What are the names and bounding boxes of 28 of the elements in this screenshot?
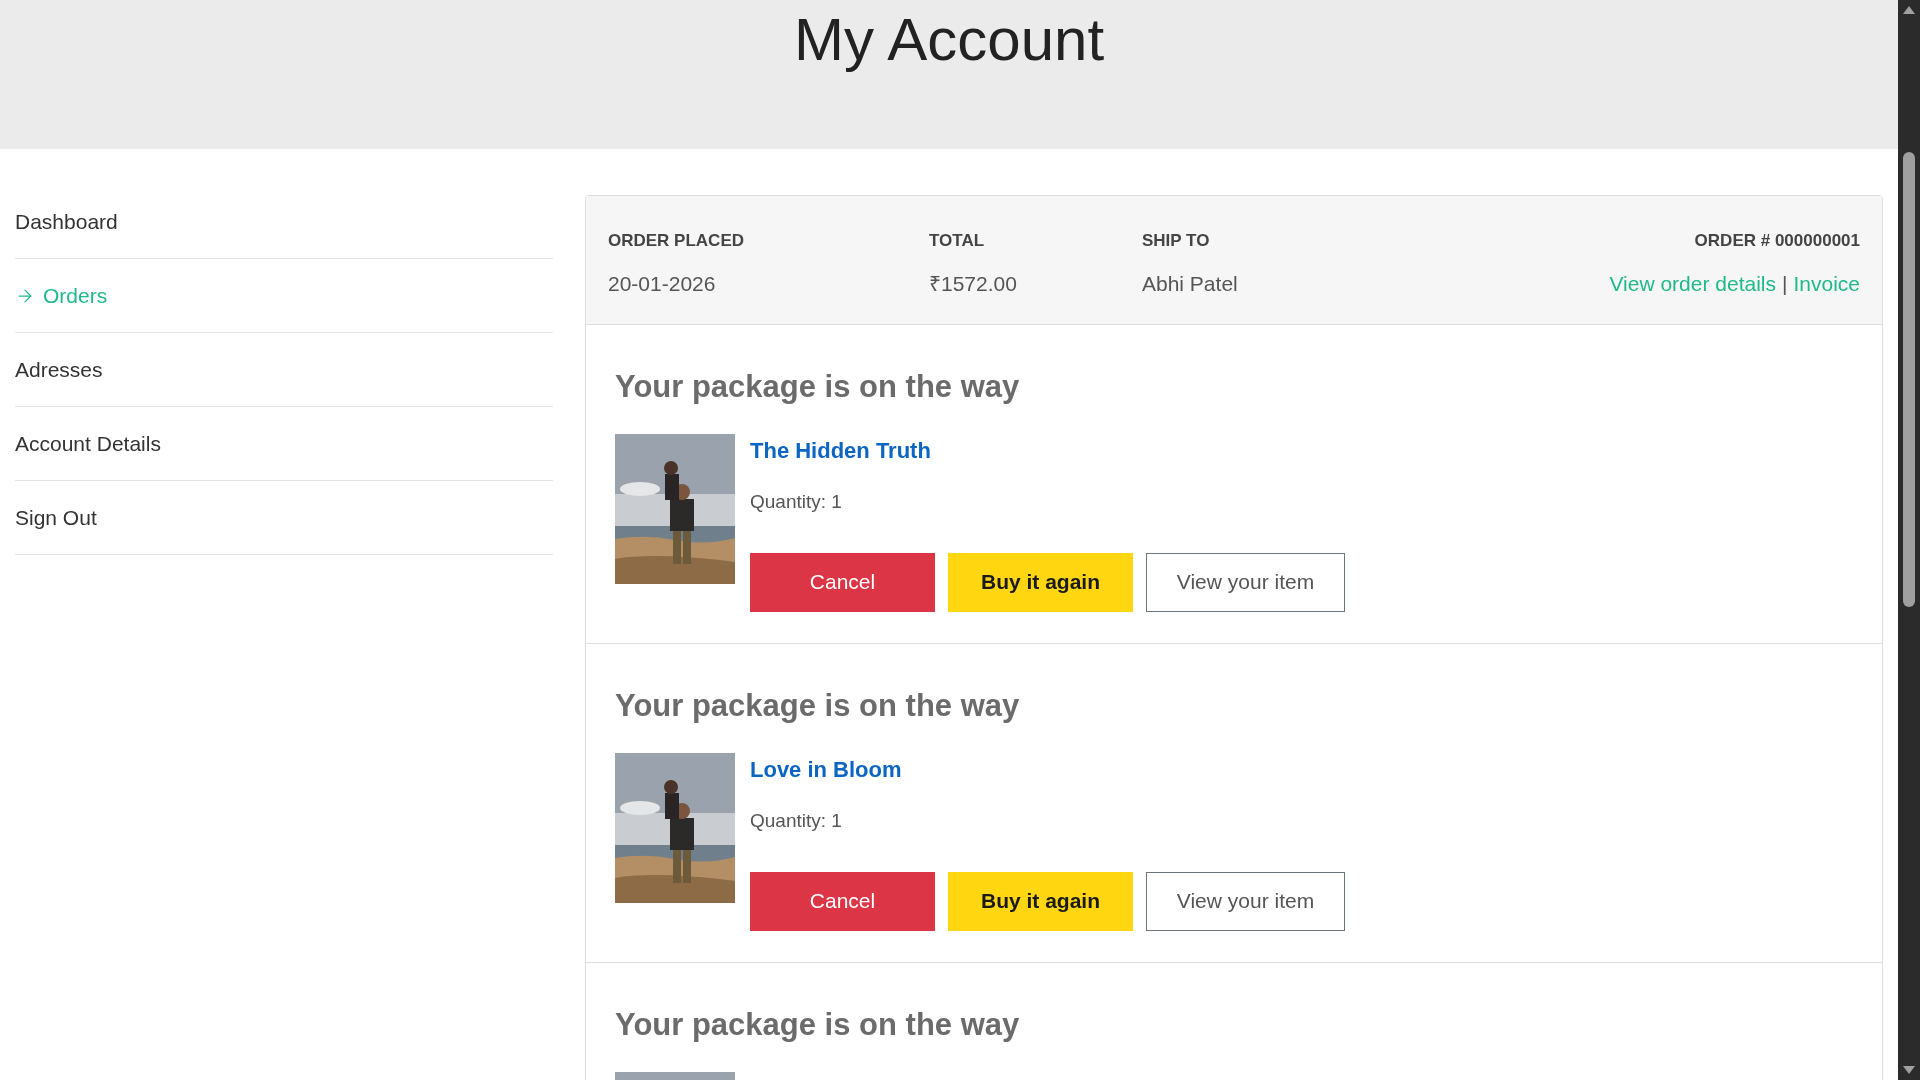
package-status: Your package is on the way [615,1009,1021,1040]
buy-again-button[interactable]: Buy it again [948,552,1133,612]
link-separator: | [1782,270,1788,297]
product-title[interactable]: The Hidden Truth [750,440,1345,462]
scroll-up-icon [1903,6,1915,14]
order-total: ₹1572.00 [929,270,1018,297]
quantity-text: Quantity: 1 [750,809,843,833]
view-item-button[interactable]: View your item [1146,871,1345,931]
quantity-text: Quantity: 1 [750,490,843,514]
ship-to-name: Abhi Patel [1142,270,1238,297]
cancel-button[interactable]: Cancel [750,552,935,612]
page-title: My Account [793,10,1105,75]
sidebar-item[interactable]: Account Details [15,407,553,481]
view-item-button[interactable]: View your item [1146,552,1345,612]
sidebar-item[interactable]: Dashboard [15,185,553,259]
sidebar-item[interactable]: Adresses [15,333,553,407]
package-status: Your package is on the way [615,690,1021,721]
order-number: ORDER # 000000001 [1694,230,1860,252]
column-label: TOTAL [929,230,986,252]
product-title[interactable]: Love in Bloom [750,759,1345,781]
column-label: SHIP TO [1142,230,1211,252]
sidebar-item[interactable]: Sign Out [15,481,553,555]
package-status: Your package is on the way [615,371,1021,402]
buy-again-button[interactable]: Buy it again [948,871,1133,931]
cancel-button[interactable]: Cancel [750,871,935,931]
order-date: 20-01-2026 [608,270,717,297]
column-label: ORDER PLACED [608,230,745,252]
scroll-down-icon [1903,1066,1915,1074]
